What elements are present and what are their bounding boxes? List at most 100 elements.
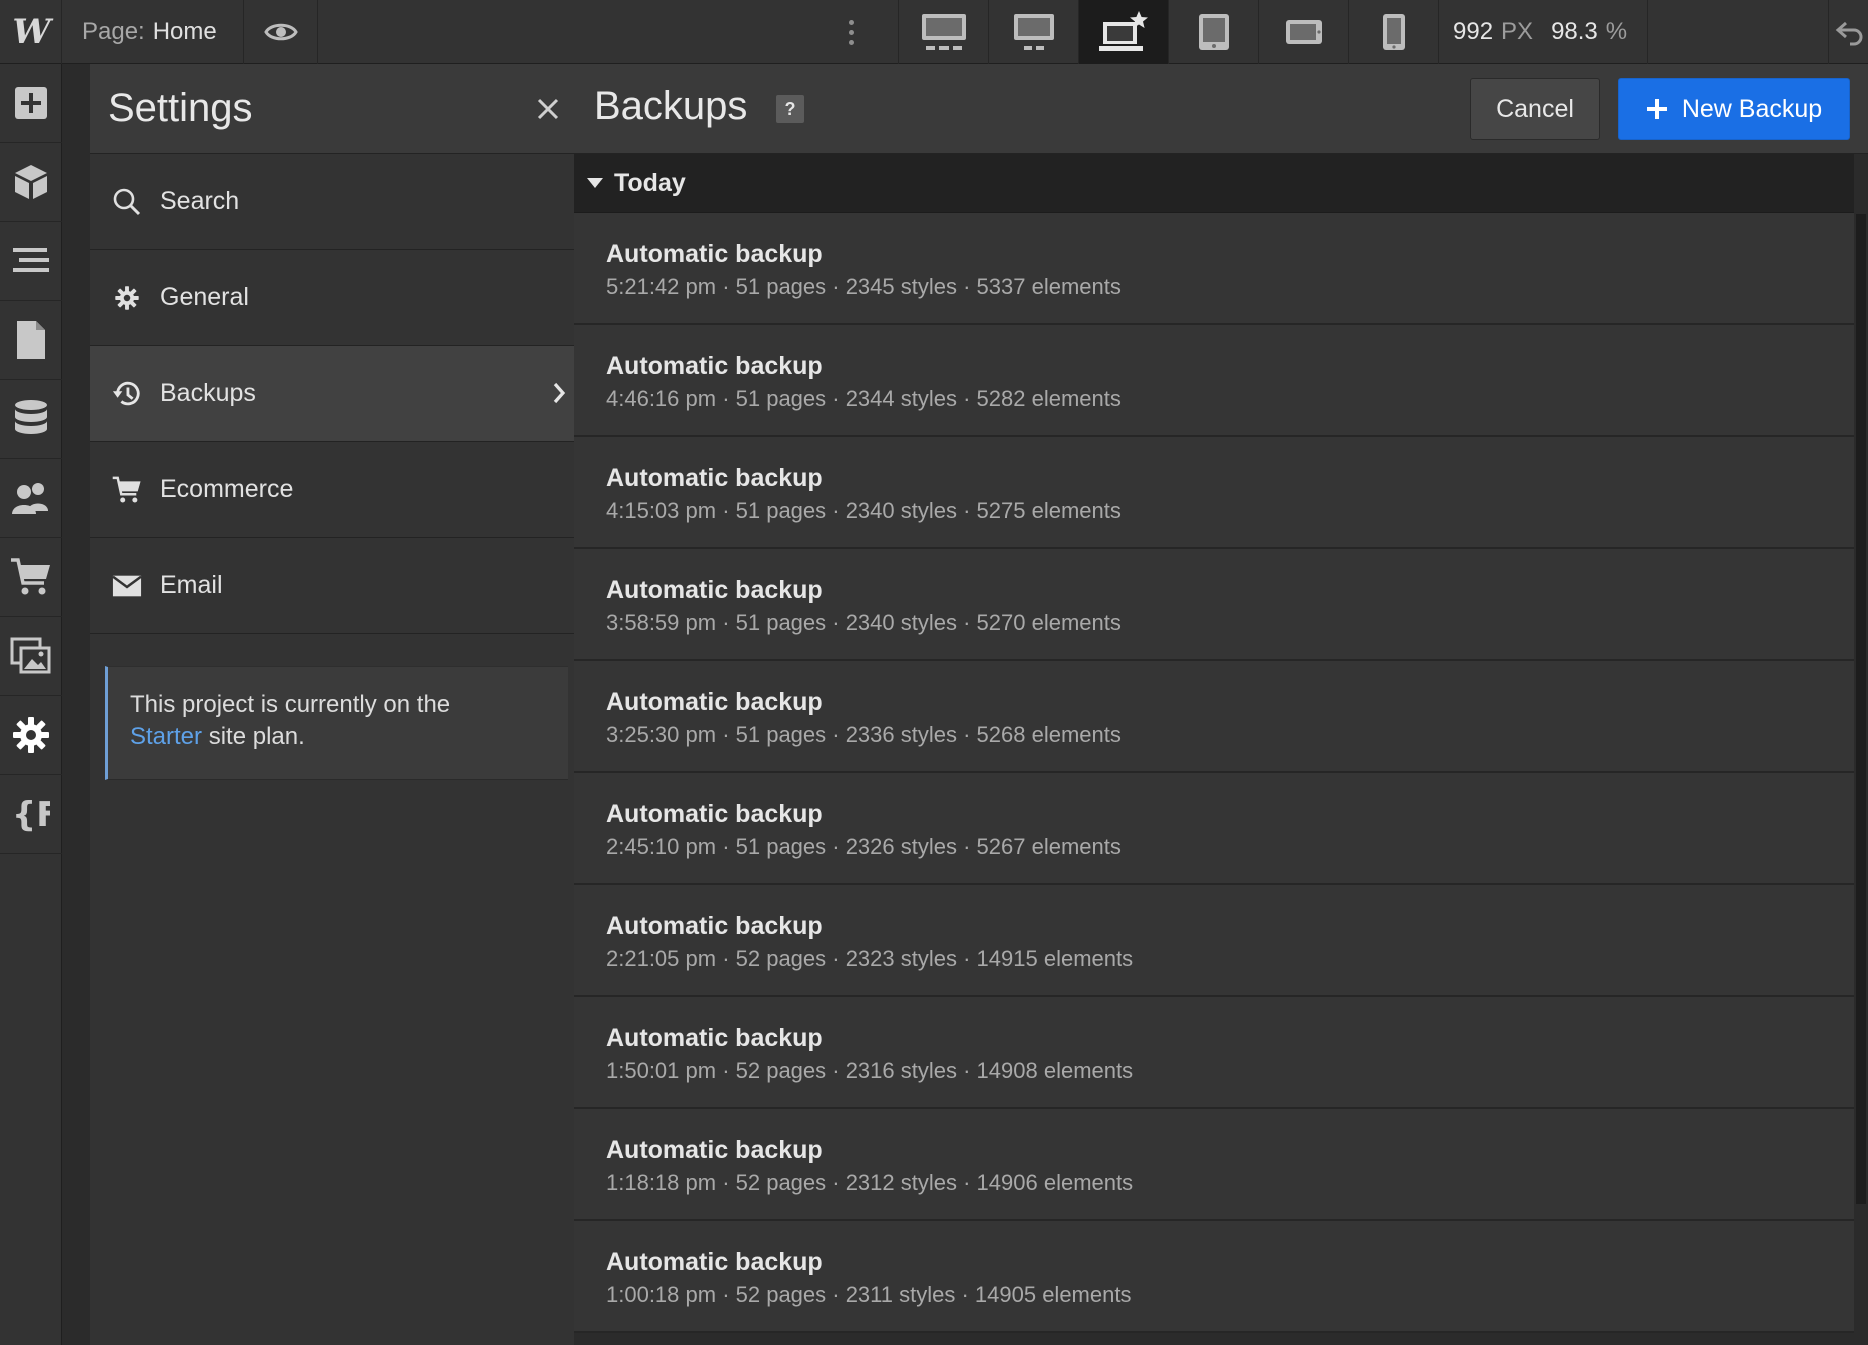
zoom-unit: % — [1605, 18, 1628, 45]
users-icon — [11, 481, 51, 515]
cart-icon — [112, 475, 142, 505]
backup-row[interactable]: Automatic backup 5:21:42 pm · 51 pages ·… — [574, 213, 1854, 325]
images-icon — [10, 637, 52, 675]
rail-finsweet[interactable]: {F — [0, 775, 62, 854]
scrollbar-thumb[interactable] — [1856, 214, 1866, 1204]
backup-name: Automatic backup — [606, 912, 823, 940]
rail-pages[interactable] — [0, 301, 62, 380]
settings-item-label: General — [160, 283, 249, 311]
settings-item-label: Search — [160, 187, 240, 215]
canvas-width-unit: PX — [1501, 18, 1534, 45]
cart-icon — [10, 557, 52, 597]
caret-down-icon — [586, 177, 604, 189]
rail-ecommerce[interactable] — [0, 538, 62, 617]
monitor-icon — [1012, 12, 1056, 52]
backup-name: Automatic backup — [606, 1136, 823, 1164]
page-name: Home — [152, 18, 217, 45]
close-icon — [536, 97, 560, 121]
breakpoint-base[interactable] — [1078, 0, 1168, 64]
page-selector[interactable]: Page: Home — [62, 0, 244, 64]
settings-item-ecommerce[interactable]: Ecommerce — [90, 442, 586, 538]
settings-header: Settings — [90, 64, 586, 154]
settings-item-label: Email — [160, 571, 223, 599]
backup-meta: 1:18:18 pm · 52 pages · 2312 styles · 14… — [606, 1170, 1134, 1195]
preview-button[interactable] — [244, 0, 318, 64]
backup-list: Automatic backup 5:21:42 pm · 51 pages ·… — [574, 213, 1854, 1333]
more-options-icon[interactable] — [820, 0, 882, 64]
new-backup-label: New Backup — [1681, 94, 1823, 123]
tool-rail: {F — [0, 64, 62, 1345]
database-icon — [13, 398, 49, 440]
backup-row[interactable]: Automatic backup 3:25:30 pm · 51 pages ·… — [574, 661, 1854, 773]
settings-item-backups[interactable]: Backups — [90, 346, 586, 442]
undo-button[interactable] — [1828, 0, 1868, 64]
backup-meta: 4:15:03 pm · 51 pages · 2340 styles · 52… — [606, 498, 1121, 523]
backup-meta: 3:58:59 pm · 51 pages · 2340 styles · 52… — [606, 610, 1121, 635]
tablet-icon — [1197, 12, 1231, 52]
rail-users[interactable] — [0, 459, 62, 538]
canvas-dimensions[interactable]: 992 PX 98.3 % — [1438, 0, 1648, 64]
monitor-large-icon — [920, 12, 968, 52]
backup-row[interactable]: Automatic backup 2:21:05 pm · 52 pages ·… — [574, 885, 1854, 997]
help-button[interactable]: ? — [776, 95, 804, 123]
cube-icon — [13, 163, 49, 201]
settings-title: Settings — [108, 86, 253, 130]
backups-header: Backups ? Cancel New Backup — [574, 64, 1868, 154]
backup-row[interactable]: Automatic backup 1:00:18 pm · 52 pages ·… — [574, 1221, 1854, 1333]
settings-item-label: Ecommerce — [160, 475, 294, 503]
backup-group-toggle[interactable]: Today — [574, 154, 1854, 213]
cancel-button[interactable]: Cancel — [1470, 78, 1600, 140]
breakpoint-tablet[interactable] — [1168, 0, 1258, 64]
backups-panel: Backups ? Cancel New Backup Today Automa… — [574, 64, 1868, 1345]
backup-group-label: Today — [614, 168, 686, 197]
plus-icon — [1646, 98, 1668, 120]
backup-list-scrollbar[interactable] — [1854, 154, 1868, 1345]
backup-name: Automatic backup — [606, 576, 823, 604]
gear-icon — [11, 715, 51, 755]
new-backup-button[interactable]: New Backup — [1618, 78, 1850, 140]
backup-meta: 5:21:42 pm · 51 pages · 2345 styles · 53… — [606, 274, 1121, 299]
backup-meta: 3:25:30 pm · 51 pages · 2336 styles · 52… — [606, 722, 1121, 747]
webflow-logo[interactable]: W — [0, 0, 62, 64]
plan-notice: This project is currently on the Starter… — [105, 666, 568, 780]
backup-row[interactable]: Automatic backup 4:46:16 pm · 51 pages ·… — [574, 325, 1854, 437]
backup-meta: 1:50:01 pm · 52 pages · 2316 styles · 14… — [606, 1058, 1134, 1083]
canvas-width-value: 992 — [1453, 18, 1494, 45]
settings-item-search[interactable]: Search — [90, 154, 586, 250]
breakpoint-mobile-landscape[interactable] — [1258, 0, 1348, 64]
cancel-label: Cancel — [1496, 94, 1574, 123]
rail-symbols[interactable] — [0, 143, 62, 222]
breakpoint-mobile-portrait[interactable] — [1348, 0, 1438, 64]
settings-panel: Settings Search General Backups Ecommerc… — [62, 64, 586, 1345]
logo-text: W — [12, 12, 50, 52]
rail-navigator[interactable] — [0, 222, 62, 301]
history-icon — [112, 379, 142, 409]
backup-name: Automatic backup — [606, 240, 823, 268]
breakpoint-desktop[interactable] — [988, 0, 1078, 64]
plan-link[interactable]: Starter — [130, 723, 202, 750]
zoom-value: 98.3 — [1551, 18, 1598, 45]
rail-assets[interactable] — [0, 617, 62, 696]
laptop-star-icon — [1097, 10, 1151, 54]
add-icon — [14, 86, 48, 120]
phone-portrait-icon — [1381, 12, 1407, 52]
backup-meta: 2:45:10 pm · 51 pages · 2326 styles · 52… — [606, 834, 1121, 859]
settings-item-general[interactable]: General — [90, 250, 586, 346]
backup-meta: 2:21:05 pm · 52 pages · 2323 styles · 14… — [606, 946, 1134, 971]
backup-row[interactable]: Automatic backup 3:58:59 pm · 51 pages ·… — [574, 549, 1854, 661]
eye-icon — [263, 20, 298, 44]
envelope-icon — [112, 571, 142, 601]
backup-meta: 1:00:18 pm · 52 pages · 2311 styles · 14… — [606, 1282, 1132, 1307]
backup-name: Automatic backup — [606, 352, 823, 380]
settings-item-email[interactable]: Email — [90, 538, 586, 634]
backup-row[interactable]: Automatic backup 2:45:10 pm · 51 pages ·… — [574, 773, 1854, 885]
backup-row[interactable]: Automatic backup 1:18:18 pm · 52 pages ·… — [574, 1109, 1854, 1221]
backup-row[interactable]: Automatic backup 4:15:03 pm · 51 pages ·… — [574, 437, 1854, 549]
close-settings-button[interactable] — [528, 89, 568, 129]
backup-row[interactable]: Automatic backup 1:50:01 pm · 52 pages ·… — [574, 997, 1854, 1109]
rail-settings[interactable] — [0, 696, 62, 775]
page-icon — [16, 320, 46, 360]
breakpoint-desktop-large[interactable] — [898, 0, 988, 64]
rail-add-elements[interactable] — [0, 64, 62, 143]
rail-cms[interactable] — [0, 380, 62, 459]
